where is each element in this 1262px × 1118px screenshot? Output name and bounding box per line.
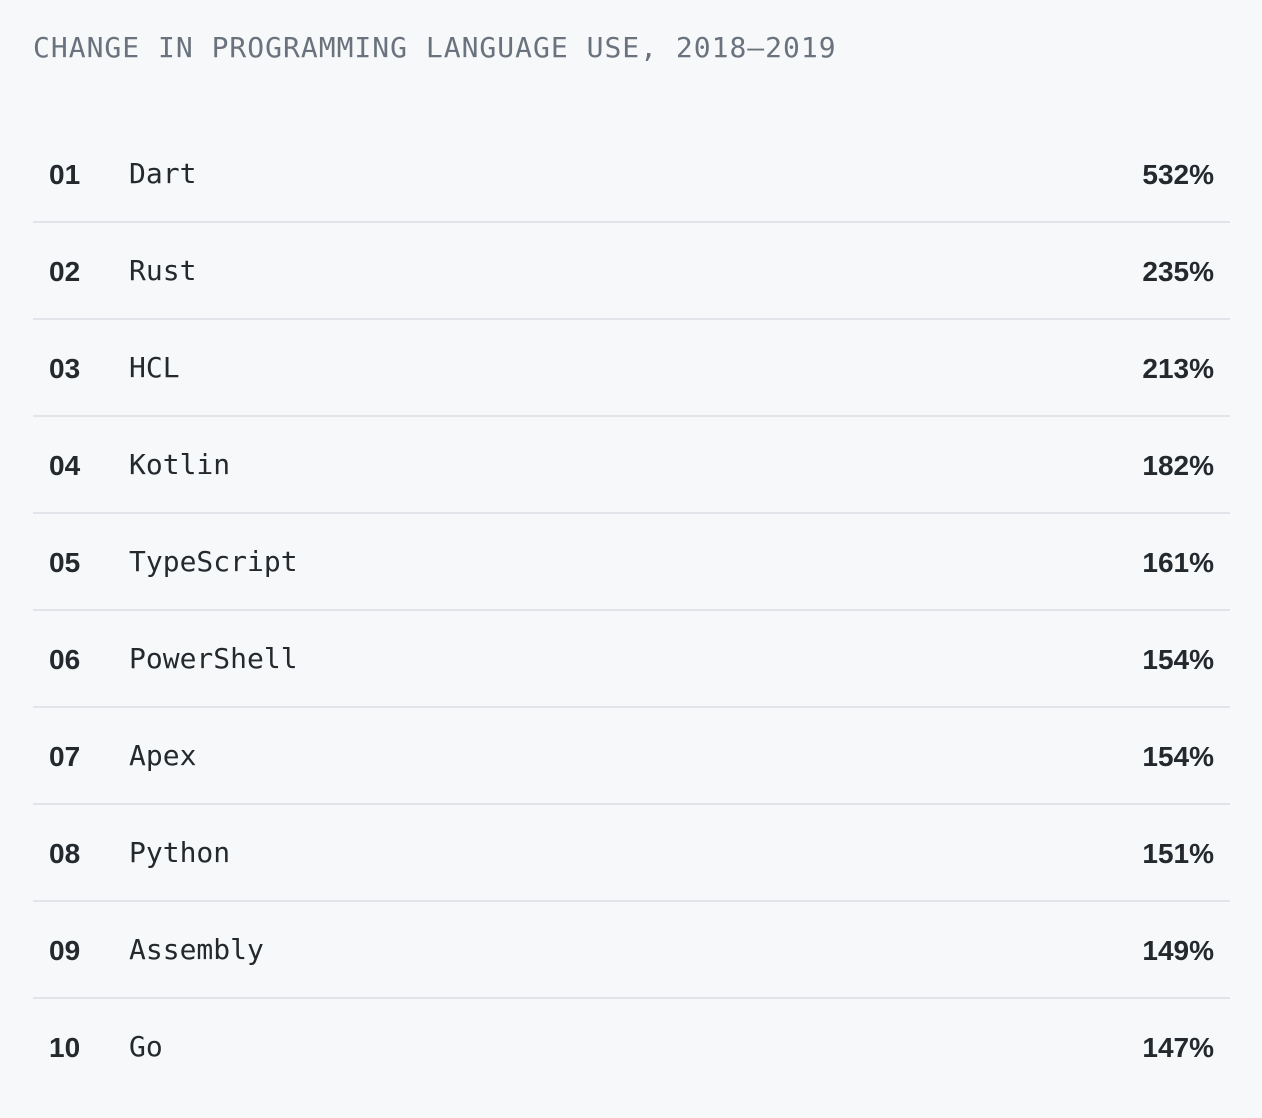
- language-label: Go: [129, 1030, 163, 1063]
- rank-label: 03: [49, 353, 81, 384]
- change-value: 154%: [1142, 741, 1214, 772]
- rank-label: 04: [49, 450, 81, 481]
- rank-label: 10: [49, 1032, 81, 1063]
- language-label: Kotlin: [129, 448, 231, 481]
- language-label: HCL: [129, 351, 180, 384]
- change-value: 154%: [1142, 644, 1214, 675]
- table-row: 06 PowerShell 154%: [33, 611, 1230, 708]
- table-row: 10 Go 147%: [33, 999, 1230, 1094]
- change-value: 147%: [1142, 1032, 1214, 1063]
- rank-label: 09: [49, 935, 81, 966]
- language-label: TypeScript: [129, 545, 298, 578]
- change-value: 213%: [1142, 353, 1214, 384]
- language-label: PowerShell: [129, 642, 298, 675]
- rank-label: 06: [49, 644, 81, 675]
- change-value: 235%: [1142, 256, 1214, 287]
- table-row: 02 Rust 235%: [33, 223, 1230, 320]
- language-label: Rust: [129, 254, 197, 287]
- table-row: 07 Apex 154%: [33, 708, 1230, 805]
- language-label: Apex: [129, 739, 197, 772]
- table-row: 08 Python 151%: [33, 805, 1230, 902]
- rank-label: 02: [49, 256, 81, 287]
- rank-label: 01: [49, 159, 81, 190]
- rank-label: 08: [49, 838, 81, 869]
- table-row: 01 Dart 532%: [33, 126, 1230, 223]
- ranking-card: CHANGE IN PROGRAMMING LANGUAGE USE, 2018…: [0, 0, 1262, 1118]
- change-value: 149%: [1142, 935, 1214, 966]
- ranking-list: 01 Dart 532% 02 Rust 235% 03 HCL 213% 04…: [33, 126, 1230, 1094]
- rank-label: 07: [49, 741, 81, 772]
- rank-label: 05: [49, 547, 81, 578]
- change-value: 151%: [1142, 838, 1214, 869]
- chart-title: CHANGE IN PROGRAMMING LANGUAGE USE, 2018…: [33, 31, 837, 64]
- table-row: 05 TypeScript 161%: [33, 514, 1230, 611]
- table-row: 03 HCL 213%: [33, 320, 1230, 417]
- change-value: 182%: [1142, 450, 1214, 481]
- language-label: Dart: [129, 157, 197, 190]
- change-value: 161%: [1142, 547, 1214, 578]
- language-label: Python: [129, 836, 231, 869]
- language-label: Assembly: [129, 933, 264, 966]
- table-row: 04 Kotlin 182%: [33, 417, 1230, 514]
- table-row: 09 Assembly 149%: [33, 902, 1230, 999]
- change-value: 532%: [1142, 159, 1214, 190]
